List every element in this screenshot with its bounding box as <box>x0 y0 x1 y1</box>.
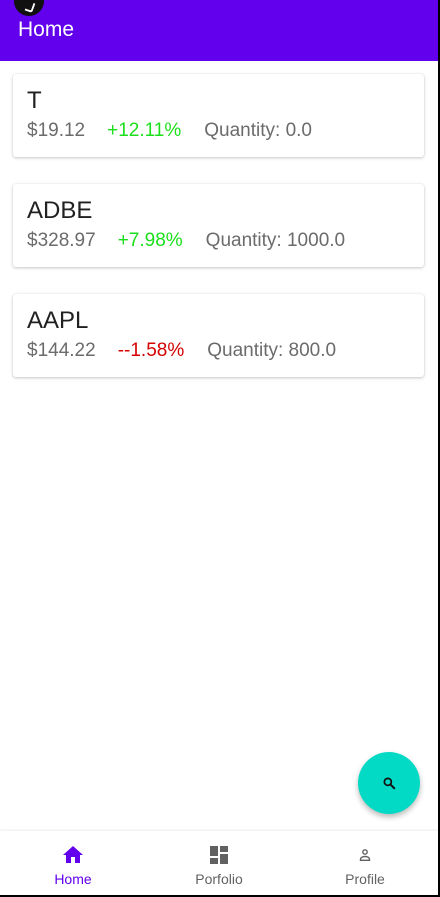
stock-price: $144.22 <box>27 340 96 361</box>
stock-quantity: Quantity: 800.0 <box>207 340 337 361</box>
stock-symbol: T <box>27 87 42 114</box>
search-icon <box>383 777 396 790</box>
dashboard-icon <box>210 846 228 864</box>
stock-change: --1.58% <box>117 340 185 361</box>
nav-item-label: Profile <box>345 871 385 887</box>
app-screen: Home T $19.12 +12.11% Quantity: 0.0 ADBE $… <box>0 0 440 897</box>
stock-change: +12.11% <box>107 120 182 141</box>
stock-price: $19.12 <box>27 120 86 141</box>
stock-quantity: Quantity: 0.0 <box>204 120 312 141</box>
nav-item-label: Porfolio <box>195 871 243 887</box>
page-title: Home <box>18 18 75 41</box>
stock-card-aapl[interactable]: AAPL $144.22 --1.58% Quantity: 800.0 <box>13 294 424 377</box>
stock-card-adbe[interactable]: ADBE $328.97 +7.98% Quantity: 1000.0 <box>13 184 424 267</box>
search-fab-button[interactable] <box>358 752 420 814</box>
stock-symbol: AAPL <box>27 307 89 334</box>
stock-price: $328.97 <box>27 230 96 251</box>
stock-details: $328.97 +7.98% Quantity: 1000.0 <box>27 230 345 252</box>
nav-item-label: Home <box>54 871 92 887</box>
bottom-navigation: Home Porfolio Profile <box>0 831 440 897</box>
nav-item-home[interactable]: Home <box>0 831 146 897</box>
nav-item-porfolio[interactable]: Porfolio <box>146 831 292 897</box>
stock-card-t[interactable]: T $19.12 +12.11% Quantity: 0.0 <box>13 74 424 157</box>
stock-change: +7.98% <box>117 230 183 251</box>
stock-details: $19.12 +12.11% Quantity: 0.0 <box>27 120 312 142</box>
app-bar: Home <box>0 0 440 61</box>
nav-item-profile[interactable]: Profile <box>292 831 438 897</box>
stock-details: $144.22 --1.58% Quantity: 800.0 <box>27 340 336 362</box>
home-icon <box>63 846 83 863</box>
stock-quantity: Quantity: 1000.0 <box>205 230 346 251</box>
person-icon <box>359 849 371 861</box>
stock-symbol: ADBE <box>27 197 93 224</box>
